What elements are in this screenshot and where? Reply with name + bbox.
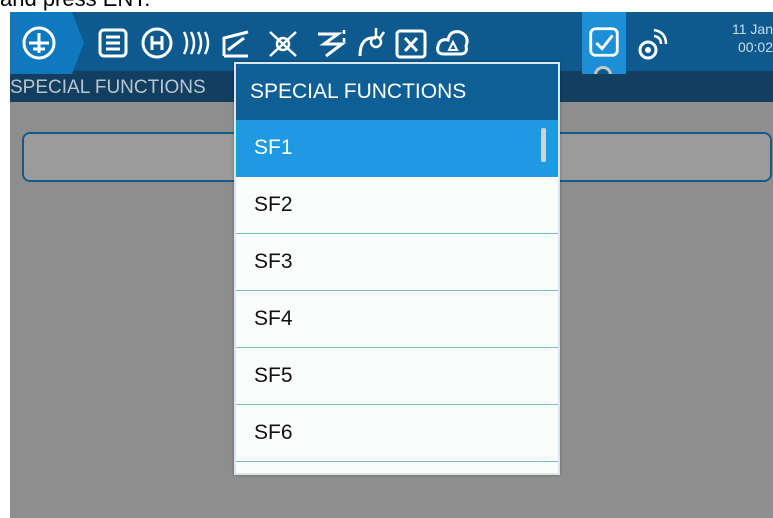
- scrollbar-thumb[interactable]: [541, 128, 546, 162]
- special-functions-dialog: SPECIAL FUNCTIONS SF1 SF2 SF3 SF4 SF5 SF…: [234, 62, 560, 475]
- logical-switch-icon[interactable]: [312, 24, 350, 62]
- list-item[interactable]: SF3: [236, 234, 558, 291]
- telemetry-radio-icon[interactable]: [634, 24, 672, 62]
- list-item[interactable]: SF1: [236, 120, 558, 177]
- time-text: 00:02: [737, 39, 773, 55]
- function-list: SF1 SF2 SF3 SF4 SF5 SF6: [236, 120, 558, 473]
- variables-icon[interactable]: [392, 24, 430, 62]
- date-text: 11 Jan: [732, 21, 773, 37]
- date-time: 11 Jan 00:02: [711, 20, 773, 56]
- global-functions-icon[interactable]: [434, 24, 472, 62]
- list-item[interactable]: SF2: [236, 177, 558, 234]
- heli-icon[interactable]: [138, 24, 176, 62]
- curves-icon[interactable]: [264, 24, 302, 62]
- radio-screen: 11 Jan 00:02 SPECIAL FUNCTIONS SPECIAL F…: [10, 12, 773, 518]
- mixer-icon[interactable]: [178, 24, 216, 62]
- outputs-icon[interactable]: [218, 24, 256, 62]
- telemetry-icon[interactable]: [354, 24, 392, 62]
- list-item[interactable]: SF6: [236, 405, 558, 462]
- special-functions-icon[interactable]: [582, 12, 626, 84]
- dialog-title: SPECIAL FUNCTIONS: [236, 64, 558, 120]
- list-item[interactable]: [236, 462, 558, 473]
- list-icon[interactable]: [94, 24, 132, 62]
- list-item[interactable]: SF4: [236, 291, 558, 348]
- list-item[interactable]: SF5: [236, 348, 558, 405]
- document-text: and press ENT.: [0, 0, 150, 12]
- page-title: SPECIAL FUNCTIONS: [10, 77, 206, 98]
- model-setup-icon[interactable]: [20, 24, 58, 62]
